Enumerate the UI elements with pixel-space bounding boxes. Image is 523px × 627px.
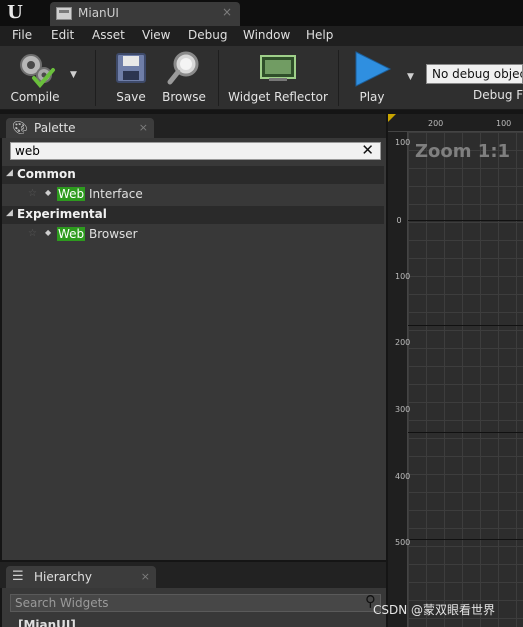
designer-canvas[interactable]: 200 100 100 0 100 200 300 400 500 Zoom 1… [388,114,523,627]
palette-tab-bar: 🎨︎ Palette × [0,114,386,138]
debug-filter-label: Debug Filter [473,88,523,102]
category-common[interactable]: ◢ Common [2,166,384,184]
ruler-corner-marker [388,114,396,122]
ruler-tick-label: 300 [395,405,411,414]
search-match-highlight: Web [57,227,86,241]
compile-label: Compile [10,90,60,104]
hierarchy-search-input[interactable] [11,595,351,611]
ruler-tick-label: 0 [396,216,402,225]
list-tree-icon: ☰ [12,569,24,584]
horizontal-ruler: 200 100 [388,114,523,132]
ruler-tick-label: 200 [395,338,411,347]
menu-view[interactable]: View [142,28,170,42]
ruler-tick-label: 100 [395,272,411,281]
palette-tab-label: Palette [34,121,76,135]
collapse-arrow-icon: ◢ [6,168,13,178]
document-tab-label: MianUI [78,6,119,20]
unreal-logo-icon[interactable]: U [4,2,26,24]
title-bar: U MianUI × [0,0,523,26]
hierarchy-tab-bar: ☰ Hierarchy × [0,562,386,588]
grid-major-line [408,432,523,433]
browse-label: Browse [162,90,206,104]
menu-asset[interactable]: Asset [92,28,125,42]
grid-major-line [408,539,523,540]
toolbar-divider [218,50,219,106]
magnifier-icon [167,51,199,85]
palette-item-label: Web Browser [57,227,138,241]
tab-palette[interactable]: 🎨︎ Palette × [6,118,154,138]
close-hierarchy-icon[interactable]: × [141,570,150,583]
toolbar: Compile ▼ Save Browse Widget Reflector P… [0,46,523,110]
hierarchy-tab-label: Hierarchy [34,570,93,584]
widget-reflector-label: Widget Reflector [228,90,328,104]
widget-reflector-icon [260,55,296,81]
palette-item-web-browser[interactable]: ☆ ◆ Web Browser [2,225,384,245]
toolbar-divider [95,50,96,106]
menu-bar: File Edit Asset View Debug Window Help [0,26,523,46]
palette-panel: ✕ ◢ Common ☆ ◆ Web Interface ◢ Experimen… [2,138,386,560]
ruler-tick-label: 100 [395,138,411,147]
compile-button[interactable]: Compile [4,46,66,110]
search-match-highlight: Web [57,187,86,201]
ruler-tick-label: 500 [395,538,411,547]
watermark: CSDN @蒙双眼看世界 [373,603,496,617]
palette-item-label-rest: Browser [85,227,138,241]
hierarchy-panel: ⚲ [MianUI] [2,588,386,627]
hierarchy-search-box: ⚲ [10,592,381,612]
play-label: Play [359,90,385,104]
hierarchy-root-item[interactable]: [MianUI] [18,618,76,627]
save-label: Save [116,90,146,104]
close-tab-icon[interactable]: × [222,5,232,19]
menu-file[interactable]: File [12,28,32,42]
tab-hierarchy[interactable]: ☰ Hierarchy × [6,566,156,588]
close-palette-icon[interactable]: × [139,121,148,134]
widget-bullet-icon: ◆ [45,188,52,197]
toolbar-divider [338,50,339,106]
ruler-tick-label: 200 [428,119,444,128]
zoom-level-label: Zoom 1:1 [415,141,511,162]
menu-help[interactable]: Help [306,28,333,42]
widget-blueprint-icon [56,7,72,20]
category-label: Experimental [17,207,107,221]
widget-reflector-button[interactable]: Widget Reflector [228,46,328,110]
play-icon [355,51,392,87]
debug-object-dropdown[interactable]: No debug object selected [426,64,523,84]
browse-button[interactable]: Browse [158,46,210,110]
play-button[interactable]: Play [346,46,398,110]
ruler-tick-label: 100 [496,119,512,128]
save-icon [116,53,146,83]
save-button[interactable]: Save [106,46,156,110]
vertical-ruler: 100 0 100 200 300 400 500 [388,132,411,627]
menu-edit[interactable]: Edit [51,28,74,42]
palette-item-web-interface[interactable]: ☆ ◆ Web Interface [2,185,384,205]
palette-item-label-rest: Interface [85,187,143,201]
compile-options-icon[interactable]: ▼ [70,70,77,80]
palette-search-box: ✕ [10,141,381,160]
grid-major-line [408,220,523,221]
menu-window[interactable]: Window [243,28,290,42]
palette-icon: 🎨︎ [12,121,29,136]
widget-bullet-icon: ◆ [45,228,52,237]
clear-search-icon[interactable]: ✕ [361,141,374,159]
category-label: Common [17,167,76,181]
category-experimental[interactable]: ◢ Experimental [2,206,384,224]
menu-debug[interactable]: Debug [188,28,227,42]
collapse-arrow-icon: ◢ [6,208,13,218]
palette-item-label: Web Interface [57,187,143,201]
ruler-tick-label: 400 [395,472,411,481]
canvas-grid [408,132,523,627]
document-tab[interactable]: MianUI × [50,2,240,26]
palette-search-input[interactable] [11,143,351,159]
favorite-star-icon[interactable]: ☆ [28,228,37,239]
grid-major-line [408,325,523,326]
favorite-star-icon[interactable]: ☆ [28,188,37,199]
compile-icon [20,54,55,88]
play-options-icon[interactable]: ▼ [407,72,414,82]
